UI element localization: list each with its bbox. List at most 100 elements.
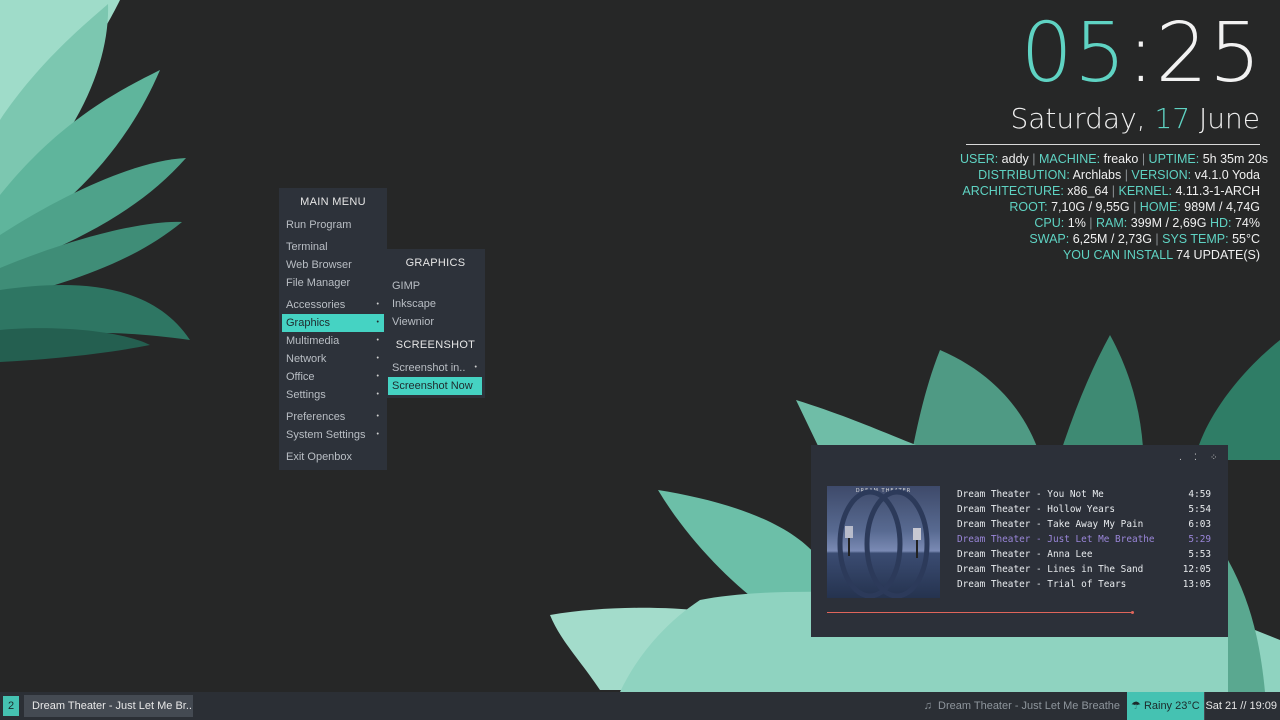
- now-playing-label: Dream Theater - Just Let Me Breathe: [938, 700, 1120, 712]
- playlist: Dream Theater - You Not Me 4:59 Dream Thea…: [957, 487, 1211, 592]
- system-info-key: HOME:: [1139, 200, 1181, 214]
- track-title: Dream Theater - Just Let Me Breathe: [957, 534, 1155, 545]
- system-info-value: v4.1.0 Yoda: [1191, 168, 1260, 182]
- menu-item-label: System Settings: [286, 429, 366, 441]
- system-info-value: 399M / 2,69G: [1127, 216, 1207, 230]
- system-info-key: ROOT:: [1009, 200, 1048, 214]
- date: Saturday, 17 June: [960, 102, 1260, 136]
- playlist-track[interactable]: Dream Theater - Take Away My Pain 6:03: [957, 517, 1211, 532]
- menu-item-exit-openbox[interactable]: Exit Openbox: [279, 448, 387, 466]
- menu-item-viewnior[interactable]: Viewnior: [386, 313, 485, 331]
- system-info-value: 4.11.3-1-ARCH: [1172, 184, 1260, 198]
- system-info-key: RAM:: [1096, 216, 1128, 230]
- track-title: Dream Theater - Hollow Years: [957, 504, 1116, 515]
- separator: |: [1138, 152, 1149, 166]
- system-info-value: Archlabs: [1069, 168, 1122, 182]
- system-info-value: 7,10G / 9,55G: [1047, 200, 1130, 214]
- menu-item-terminal[interactable]: Terminal: [279, 238, 387, 256]
- menu-item-network[interactable]: Network •: [279, 350, 387, 368]
- separator: |: [1085, 216, 1097, 230]
- system-info-key: USER:: [960, 152, 999, 166]
- menu-item-multimedia[interactable]: Multimedia •: [279, 332, 387, 350]
- taskbar-window-button[interactable]: Dream Theater - Just Let Me Br...: [24, 695, 193, 717]
- menu-item-label: Office: [286, 371, 315, 383]
- now-playing[interactable]: ♫ Dream Theater - Just Let Me Breathe: [924, 692, 1120, 720]
- menu-item-gimp[interactable]: GIMP: [386, 277, 485, 295]
- graphics-submenu: GRAPHICS GIMP Inkscape Viewnior SCREENSH…: [386, 249, 485, 398]
- system-info-key: HD:: [1209, 216, 1232, 230]
- menu-item-system-settings[interactable]: System Settings •: [279, 426, 387, 444]
- menu-item-label: Graphics: [286, 317, 331, 329]
- system-info-line: CPU: 1% | RAM: 399M / 2,69G HD: 74%: [960, 215, 1260, 231]
- system-info-value: addy: [998, 152, 1029, 166]
- menu-item-settings[interactable]: Settings •: [279, 386, 387, 404]
- menu-item-label: Screenshot in..: [392, 362, 466, 374]
- graphics-submenu-title: GRAPHICS: [405, 257, 466, 269]
- system-info-value: 5h 35m 20s: [1199, 152, 1269, 166]
- screenshot-section-header: SCREENSHOT: [395, 339, 476, 351]
- system-info-line: YOU CAN INSTALL 74 UPDATE(S): [960, 247, 1260, 263]
- system-info-key: DISTRIBUTION:: [978, 168, 1070, 182]
- clock-hours: 05: [1020, 6, 1128, 101]
- track-title: Dream Theater - Anna Lee: [957, 549, 1093, 560]
- menu-item-label: Settings: [286, 389, 326, 401]
- system-info-key: VERSION:: [1131, 168, 1192, 182]
- clock: 05:25: [960, 8, 1262, 100]
- system-info-value: 6,25M / 2,73G: [1069, 232, 1152, 246]
- submenu-arrow-icon: •: [376, 337, 379, 344]
- system-info-key: UPTIME:: [1148, 152, 1200, 166]
- menu-item-inkscape[interactable]: Inkscape: [386, 295, 485, 313]
- progress-bar[interactable]: [827, 611, 1134, 614]
- system-info-value: 74 UPDATE(S): [1172, 248, 1260, 262]
- menu-item-preferences[interactable]: Preferences •: [279, 408, 387, 426]
- track-title: Dream Theater - Trial of Tears: [957, 579, 1127, 590]
- album-art: [837, 489, 930, 598]
- date-day: 17: [1154, 102, 1191, 135]
- submenu-arrow-icon: •: [376, 391, 379, 398]
- menu-item-office[interactable]: Office •: [279, 368, 387, 386]
- menu-item-screenshot-in[interactable]: Screenshot in.. •: [386, 359, 485, 377]
- taskbar: 2 Dream Theater - Just Let Me Br... ♫ Dre…: [0, 692, 1280, 720]
- menu-item-file-manager[interactable]: File Manager: [279, 274, 387, 292]
- separator: |: [1129, 200, 1140, 214]
- playlist-track[interactable]: Dream Theater - Lines in The Sand 12:05: [957, 562, 1211, 577]
- date-weekday: Saturday,: [1010, 102, 1146, 135]
- playlist-track[interactable]: Dream Theater - Hollow Years 5:54: [957, 502, 1211, 517]
- menu-item-label: Screenshot Now: [392, 380, 473, 392]
- system-info-line: DISTRIBUTION: Archlabs | VERSION: v4.1.0…: [960, 167, 1260, 183]
- menu-icon[interactable]: ⁘: [1210, 453, 1217, 463]
- shuffle-icon[interactable]: ⁚: [1194, 453, 1197, 463]
- menu-item-web-browser[interactable]: Web Browser: [279, 256, 387, 274]
- playlist-track[interactable]: Dream Theater - You Not Me 4:59: [957, 487, 1211, 502]
- playlist-track[interactable]: Dream Theater - Anna Lee 5:53: [957, 547, 1211, 562]
- submenu-arrow-icon: •: [474, 364, 477, 371]
- minimize-icon[interactable]: .: [1179, 453, 1182, 463]
- menu-item-label: Terminal: [286, 241, 328, 253]
- system-info-value: 55°C: [1228, 232, 1260, 246]
- playlist-track[interactable]: Dream Theater - Just Let Me Breathe 5:29: [957, 532, 1211, 547]
- system-info-key: ARCHITECTURE:: [962, 184, 1064, 198]
- system-info: USER: addy | MACHINE: freako | UPTIME: 5…: [960, 151, 1268, 263]
- menu-item-label: Inkscape: [392, 298, 437, 310]
- separator: |: [1108, 184, 1119, 198]
- system-info-key: SYS TEMP:: [1162, 232, 1229, 246]
- system-info-key: MACHINE:: [1039, 152, 1101, 166]
- system-info-value: freako: [1100, 152, 1139, 166]
- system-info-key: CPU:: [1034, 216, 1065, 230]
- system-info-line: USER: addy | MACHINE: freako | UPTIME: 5…: [960, 151, 1268, 167]
- system-info-key: KERNEL:: [1118, 184, 1173, 198]
- workspace-indicator[interactable]: 2: [3, 696, 19, 716]
- music-player: . ⁚ ⁘ DREAM THEATER Dream Theater - You …: [811, 445, 1228, 637]
- taskbar-clock[interactable]: Sat 21 // 19:09: [1204, 692, 1280, 720]
- system-info-line: SWAP: 6,25M / 2,73G | SYS TEMP: 55°C: [960, 231, 1260, 247]
- menu-item-graphics[interactable]: Graphics •: [282, 314, 384, 332]
- track-duration: 5:29: [1188, 534, 1211, 545]
- weather-widget[interactable]: ☂ Rainy 23°C: [1127, 692, 1204, 720]
- menu-item-run-program[interactable]: Run Program: [279, 216, 387, 234]
- submenu-arrow-icon: •: [376, 413, 379, 420]
- menu-item-screenshot-now[interactable]: Screenshot Now: [388, 377, 482, 395]
- playlist-track[interactable]: Dream Theater - Trial of Tears 13:05: [957, 577, 1211, 592]
- track-title: Dream Theater - Lines in The Sand: [957, 564, 1144, 575]
- track-duration: 13:05: [1182, 579, 1211, 590]
- menu-item-accessories[interactable]: Accessories •: [279, 296, 387, 314]
